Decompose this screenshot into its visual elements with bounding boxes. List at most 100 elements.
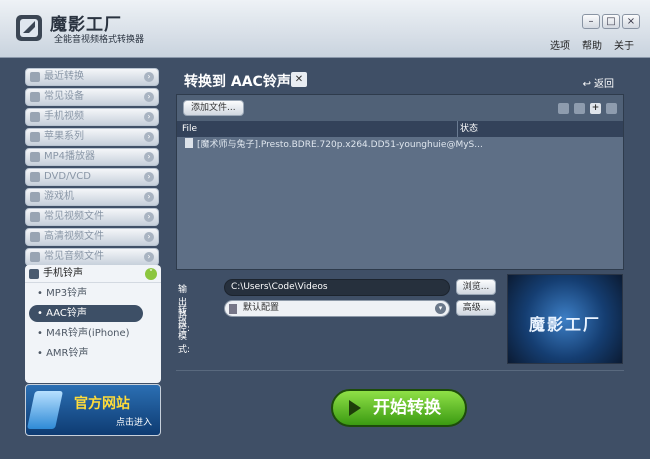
file-icon [185, 138, 193, 148]
browse-button[interactable]: 浏览... [456, 279, 496, 295]
close-button[interactable]: × [622, 14, 640, 29]
table-row[interactable]: [魔术师与兔子].Presto.BDRE.720p.x264.DD51-youn… [177, 137, 623, 153]
column-file[interactable]: File [182, 124, 197, 134]
audio-file-icon [30, 252, 40, 262]
category-apple[interactable]: 苹果系列 › [25, 128, 159, 146]
ringtone-icon [29, 269, 39, 279]
maximize-button[interactable]: □ [602, 14, 620, 29]
website-banner[interactable]: 官方网站 点击进入 [25, 384, 161, 436]
menu-help[interactable]: 帮助 [582, 37, 602, 52]
chevron-down-icon: ˅ [145, 268, 157, 280]
title-bar: 魔影工厂 全能音视频格式转换器 – □ × 选项 帮助 关于 [0, 0, 650, 58]
category-recent[interactable]: 最近转换 › [25, 68, 159, 86]
ringtone-panel: 手机铃声 ˅ • MP3铃声 • AAC铃声 • M4R铃声(iPhone) •… [25, 265, 161, 383]
pointer-icon [26, 391, 64, 429]
category-label: 高清视频文件 [44, 231, 104, 242]
category-label: 手机铃声 [43, 268, 83, 279]
category-label: 游戏机 [44, 191, 74, 202]
mode-label: 转换模式: [178, 306, 191, 355]
chevron-right-icon: › [144, 192, 154, 202]
divider [176, 370, 624, 371]
remove-icon[interactable] [606, 103, 617, 114]
category-label: 常见设备 [44, 91, 84, 102]
page-title: 转换到 AAC铃声 [184, 74, 291, 90]
hd-file-icon [30, 232, 40, 242]
subitem-aac[interactable]: • AAC铃声 [29, 305, 143, 322]
category-label: 常见视频文件 [44, 211, 104, 222]
mode-select[interactable]: 默认配置 ▾ [224, 300, 450, 317]
category-common-video[interactable]: 常见视频文件 › [25, 208, 159, 226]
category-label: 苹果系列 [44, 131, 84, 142]
category-mp4[interactable]: MP4播放器 › [25, 148, 159, 166]
chevron-right-icon: › [144, 112, 154, 122]
start-convert-button[interactable]: 开始转换 [331, 389, 467, 427]
category-console[interactable]: 游戏机 › [25, 188, 159, 206]
subitem-label: AMR铃声 [46, 348, 89, 359]
column-status[interactable]: 状态 [457, 121, 478, 137]
chevron-right-icon: › [144, 132, 154, 142]
main-panel: 转换到 AAC铃声 ✕ ↩ 返回 添加文件... + File 状态 [魔术师与兔… [174, 62, 634, 444]
mp4-icon [30, 152, 40, 162]
subitem-label: AAC铃声 [46, 308, 87, 319]
app-logo-icon [16, 15, 42, 41]
subitem-amr[interactable]: • AMR铃声 [25, 344, 161, 363]
file-toolbar: 添加文件... + [177, 95, 623, 121]
file-table-header: File 状态 [177, 121, 623, 137]
chevron-right-icon: › [144, 232, 154, 242]
subitem-label: M4R铃声(iPhone) [46, 328, 130, 339]
mode-value: 默认配置 [243, 303, 280, 313]
subitem-mp3[interactable]: • MP3铃声 [25, 284, 161, 303]
back-arrow-icon: ↩ [582, 79, 591, 90]
move-down-icon[interactable] [574, 103, 585, 114]
category-list: 最近转换 › 常见设备 › 手机视频 › 苹果系列 › MP4播放器 › DVD/VCD ›… [18, 62, 166, 266]
category-hd-video[interactable]: 高清视频文件 › [25, 228, 159, 246]
dropdown-arrow-icon: ▾ [435, 303, 446, 314]
chevron-right-icon: › [144, 212, 154, 222]
gamepad-icon [30, 192, 40, 202]
subitem-label: MP3铃声 [46, 288, 88, 299]
window-controls: – □ × [582, 14, 640, 29]
category-devices[interactable]: 常见设备 › [25, 88, 159, 106]
play-icon [349, 400, 361, 416]
category-label: 常见音频文件 [44, 251, 104, 262]
chevron-right-icon: › [144, 252, 154, 262]
category-label: DVD/VCD [44, 171, 91, 182]
add-icon[interactable]: + [590, 103, 601, 114]
clock-icon [30, 72, 40, 82]
menu-options[interactable]: 选项 [550, 37, 570, 52]
menu-about[interactable]: 关于 [614, 37, 634, 52]
category-mobile-video[interactable]: 手机视频 › [25, 108, 159, 126]
tools-icon[interactable]: ✕ [291, 72, 307, 87]
chevron-right-icon: › [144, 92, 154, 102]
sidebar: 最近转换 › 常见设备 › 手机视频 › 苹果系列 › MP4播放器 › DVD/VCD ›… [18, 62, 166, 442]
preview-logo-text: 魔影工厂 [528, 315, 601, 334]
back-button[interactable]: ↩ 返回 [583, 75, 614, 90]
banner-subtitle: 点击进入 [116, 418, 153, 428]
phone-icon [30, 112, 40, 122]
add-file-button[interactable]: 添加文件... [183, 100, 244, 116]
document-icon [229, 304, 237, 314]
move-up-icon[interactable] [558, 103, 569, 114]
video-file-icon [30, 212, 40, 222]
subitem-m4r[interactable]: • M4R铃声(iPhone) [25, 324, 161, 343]
start-label: 开始转换 [373, 398, 441, 418]
banner-title: 官方网站 [74, 396, 130, 412]
output-path-field[interactable]: C:\Users\Code\Videos [224, 279, 450, 296]
disc-icon [30, 172, 40, 182]
category-label: MP4播放器 [44, 151, 96, 162]
back-label: 返回 [594, 79, 614, 90]
category-dvd[interactable]: DVD/VCD › [25, 168, 159, 186]
category-label: 最近转换 [44, 71, 84, 82]
preview-window: 魔影工厂 [507, 274, 623, 364]
apple-icon [30, 132, 40, 142]
file-list-panel: 添加文件... + File 状态 [魔术师与兔子].Presto.BDRE.7… [176, 94, 624, 270]
file-name: [魔术师与兔子].Presto.BDRE.720p.x264.DD51-youn… [197, 140, 483, 150]
minimize-button[interactable]: – [582, 14, 600, 29]
category-label: 手机视频 [44, 111, 84, 122]
toolbar-icons: + [558, 103, 617, 114]
category-ringtone[interactable]: 手机铃声 ˅ [25, 265, 161, 283]
chevron-right-icon: › [144, 72, 154, 82]
category-audio[interactable]: 常见音频文件 › [25, 248, 159, 266]
advanced-button[interactable]: 高级... [456, 300, 496, 316]
top-menu: 选项 帮助 关于 [550, 37, 634, 52]
